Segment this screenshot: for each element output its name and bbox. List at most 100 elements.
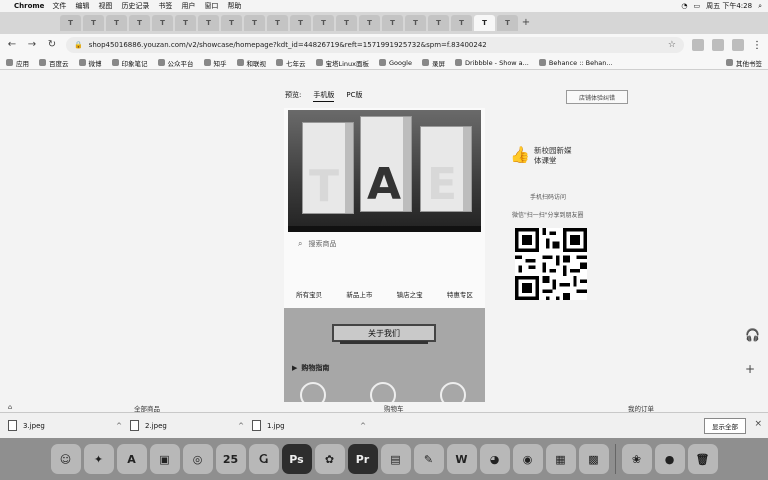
photoshop-icon[interactable]: Ps [281,444,312,474]
download-item[interactable]: 2.jpeg ^ [130,420,252,431]
browser-tab[interactable]: T [244,15,265,31]
menu-edit[interactable]: 编辑 [75,1,89,11]
download-item[interactable]: 3.jpeg ^ [8,420,130,431]
menu-help[interactable]: 帮助 [227,1,241,11]
menu-people[interactable]: 用户 [181,1,195,11]
shopping-guide[interactable]: ▶ 购物指南 [292,363,329,373]
browser-tab[interactable]: T [382,15,403,31]
bridge-icon[interactable]: ✿ [314,444,345,474]
launchpad-icon[interactable]: ✦ [83,444,114,474]
browser-tab[interactable]: T [428,15,449,31]
bookmark-item[interactable]: 应用 [6,58,29,68]
bookmark-item[interactable]: 录屏 [421,58,445,68]
browser-tab[interactable]: T [129,15,150,31]
wps-icon[interactable]: W [446,444,477,474]
browser-tab[interactable]: T [152,15,173,31]
nav-specials[interactable]: 特惠专区 [447,289,473,299]
lock-icon[interactable]: 🔒 [74,41,83,49]
bookmark-item[interactable]: 宝塔Linux面板 [315,58,369,68]
wechat-icon[interactable]: ◉ [512,444,543,474]
premiere-icon[interactable]: Pr [347,444,378,474]
show-all-button[interactable]: 显示全部 [704,418,746,434]
bookmark-star-icon[interactable]: ☆ [668,40,676,50]
browser-tab[interactable]: T [359,15,380,31]
browser-icon[interactable]: ● [654,444,685,474]
close-icon[interactable]: × [754,419,762,429]
calendar-icon[interactable]: 25 [215,444,246,474]
guide-circle-icon[interactable] [440,382,466,402]
wifi-icon[interactable]: ◔ [681,2,687,10]
other-bookmarks[interactable]: 其他书签 [726,58,762,68]
about-us-button[interactable]: 关于我们 [332,324,436,342]
browser-tab[interactable]: T [497,15,518,31]
finder-icon[interactable]: ☺ [50,444,81,474]
bookmark-item[interactable]: Behance :: Behan... [538,59,613,67]
browser-tab[interactable]: T [451,15,472,31]
search-row[interactable]: ⌕ 搜索商品 [298,239,336,249]
address-bar[interactable]: 🔒 shop45016886.youzan.com/v2/showcase/ho… [66,37,684,53]
download-item[interactable]: 1.jpg ^ [252,420,374,431]
menu-kebab-icon[interactable]: ⋮ [752,40,762,51]
browser-tab[interactable]: T [267,15,288,31]
browser-tab[interactable]: T [313,15,334,31]
trash-icon[interactable]: 🗑 [687,444,718,474]
menu-history[interactable]: 历史记录 [121,1,149,11]
menu-view[interactable]: 视图 [98,1,112,11]
screenshot-icon[interactable]: ▩ [578,444,609,474]
tab-pc[interactable]: PC版 [346,90,362,102]
nav-best-sellers[interactable]: 镇店之宝 [397,289,423,299]
battery-icon[interactable]: ▭ [694,2,701,10]
banner-image[interactable]: T A E [288,110,481,232]
forward-icon[interactable]: → [26,39,38,51]
tab-mobile[interactable]: 手机版 [313,90,335,102]
app-store-icon[interactable]: A [116,444,147,474]
new-tab-icon[interactable]: + [520,17,532,29]
extension-icon[interactable] [712,39,724,51]
browser-tab[interactable]: T [221,15,242,31]
notes-icon[interactable]: ▦ [545,444,576,474]
nav-all-products[interactable]: 所有宝贝 [296,289,322,299]
adobe-icon[interactable]: Ⴚ [248,444,279,474]
browser-tab[interactable]: T [175,15,196,31]
keynote-icon[interactable]: ▤ [380,444,411,474]
browser-tab-active[interactable]: T [474,15,495,31]
headset-icon[interactable]: 🎧 [745,328,760,342]
menu-window[interactable]: 窗口 [204,1,218,11]
bookmark-item[interactable]: 和联视 [236,58,266,68]
bookmark-item[interactable]: 公众平台 [157,58,194,68]
pages-icon[interactable]: ✎ [413,444,444,474]
safari-icon[interactable]: ◎ [182,444,213,474]
menu-bookmarks[interactable]: 书签 [158,1,172,11]
bookmark-item[interactable]: Google [379,59,412,67]
plus-icon[interactable]: + [745,362,760,376]
menu-app-name[interactable]: Chrome [14,2,44,10]
browser-tab[interactable]: T [60,15,81,31]
reload-icon[interactable]: ↻ [46,39,58,51]
browser-tab[interactable]: T [83,15,104,31]
caret-up-icon[interactable]: ^ [360,422,366,430]
extension-icon[interactable] [732,39,744,51]
menu-clock[interactable]: 周五 下午4:28 [706,1,752,11]
extension-icon[interactable] [692,39,704,51]
guide-circle-icon[interactable] [300,382,326,402]
browser-tab[interactable]: T [290,15,311,31]
preview-icon[interactable]: ▣ [149,444,180,474]
bookmark-item[interactable]: 知乎 [203,58,227,68]
menu-file[interactable]: 文件 [52,1,66,11]
search-icon[interactable]: ⌕ [758,2,762,11]
bookmark-item[interactable]: Dribbble - Show a... [454,59,529,67]
caret-up-icon[interactable]: ^ [238,422,244,430]
bookmark-item[interactable]: 印象笔记 [111,58,148,68]
browser-tab[interactable]: T [198,15,219,31]
browser-tab[interactable]: T [336,15,357,31]
bookmark-item[interactable]: 百度云 [39,58,69,68]
guide-circle-icon[interactable] [370,382,396,402]
browser-tab[interactable]: T [106,15,127,31]
home-icon[interactable]: ⌂ [8,403,12,411]
tools-icon[interactable]: ❀ [621,444,652,474]
nav-new-arrivals[interactable]: 新品上市 [346,289,372,299]
browser-tab[interactable]: T [405,15,426,31]
bookmark-item[interactable]: 微博 [78,58,102,68]
qq-icon[interactable]: ◕ [479,444,510,474]
back-icon[interactable]: ← [6,39,18,51]
